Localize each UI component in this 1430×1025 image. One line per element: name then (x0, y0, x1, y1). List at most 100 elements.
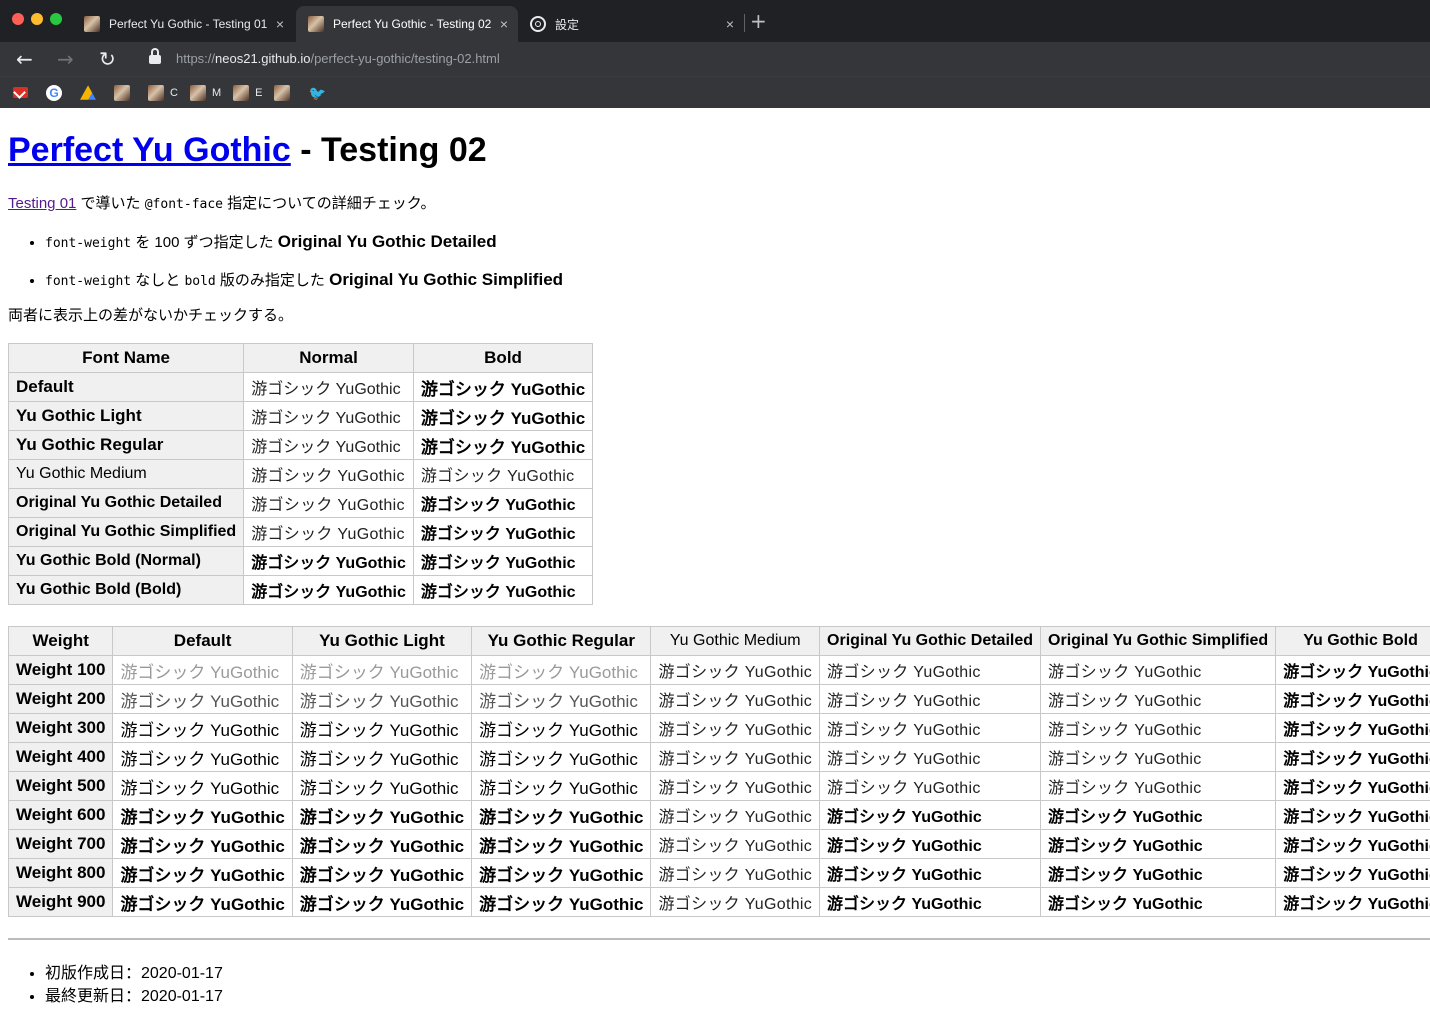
table-cell: 游ゴシック YuGothic (1275, 800, 1430, 830)
maximize-window-button[interactable] (50, 13, 62, 25)
list-strong: Original Yu Gothic Detailed (277, 232, 497, 251)
column-header: Normal (243, 343, 414, 373)
table-cell: 游ゴシック YuGothic (1040, 742, 1277, 772)
tab-divider (744, 14, 745, 32)
site-icon (148, 84, 164, 101)
table-cell: 游ゴシック YuGothic (1275, 713, 1430, 743)
tab-testing-02[interactable]: Perfect Yu Gothic - Testing 02 × (296, 6, 518, 42)
table-row: Weight 700 游ゴシック YuGothic 游ゴシック YuGothic 游ゴ… (7, 829, 1430, 859)
bookmark-gmail[interactable] (13, 87, 34, 98)
back-button[interactable]: ← (16, 47, 33, 71)
table-cell: 游ゴシック YuGothic (471, 742, 652, 772)
site-favicon-icon (308, 16, 324, 32)
table-row: Default 游ゴシック YuGothic 游ゴシック YuGothic (7, 372, 594, 402)
column-header: Yu Gothic Light (291, 626, 473, 656)
table-cell: 游ゴシック YuGothic (243, 372, 414, 402)
close-window-button[interactable] (12, 13, 24, 25)
tab-close-icon[interactable]: × (500, 16, 508, 32)
bookmark-site-2[interactable] (274, 84, 296, 101)
forward-button[interactable]: → (57, 47, 74, 71)
list-item: font-weight なしと bold 版のみ指定した Original Yu… (45, 266, 563, 304)
table-cell: 游ゴシック YuGothic (1040, 858, 1277, 888)
row-header: Original Yu Gothic Simplified (7, 517, 245, 547)
table-cell: 游ゴシック YuGothic (819, 684, 1042, 714)
home-link[interactable]: Perfect Yu Gothic (8, 131, 291, 169)
bookmark-e[interactable]: E (233, 84, 262, 101)
table-row: Yu Gothic Bold (Normal) 游ゴシック YuGothic 游ゴシ… (7, 546, 594, 576)
reload-button[interactable]: ↻ (99, 47, 116, 71)
table-cell: 游ゴシック YuGothic (1275, 829, 1430, 859)
list-item: font-weight を 100 ずつ指定した Original Yu Got… (45, 228, 563, 266)
column-header: Yu Gothic Regular (471, 626, 652, 656)
table-cell: 游ゴシック YuGothic (243, 488, 414, 518)
inline-code: bold (184, 274, 216, 289)
row-header: Weight 500 (7, 771, 114, 801)
table-cell: 游ゴシック YuGothic (291, 684, 473, 714)
table-cell: 游ゴシック YuGothic (650, 655, 821, 685)
table-cell: 游ゴシック YuGothic (1275, 858, 1430, 888)
address-bar[interactable]: https://neos21.github.io/perfect-yu-goth… (176, 51, 500, 66)
table-cell: 游ゴシック YuGothic (1040, 800, 1277, 830)
intro-text: Testing 01 で導いた @font-face 指定についての詳細チェック… (8, 194, 436, 215)
table-row: Yu Gothic Medium 游ゴシック YuGothic 游ゴシック YuGo… (7, 459, 594, 489)
tab-close-icon[interactable]: × (726, 16, 734, 32)
bookmark-google[interactable]: G (46, 84, 68, 101)
table-cell: 游ゴシック YuGothic (650, 829, 821, 859)
row-header: Yu Gothic Bold (Bold) (7, 575, 245, 605)
browser-toolbar: ← → ↻ https://neos21.github.io/perfect-y… (0, 42, 1430, 76)
table-cell: 游ゴシック YuGothic (112, 684, 293, 714)
table-row: Yu Gothic Light 游ゴシック YuGothic 游ゴシック YuGot… (7, 401, 594, 431)
bookmark-twitter[interactable]: 🐦 (308, 85, 330, 101)
table-cell: 游ゴシック YuGothic (291, 800, 473, 830)
minimize-window-button[interactable] (31, 13, 43, 25)
table-cell: 游ゴシック YuGothic (1040, 771, 1277, 801)
site-favicon-icon (84, 16, 100, 32)
table-row: Weight 100 游ゴシック YuGothic 游ゴシック YuGothic 游ゴ… (7, 655, 1430, 685)
table-cell: 游ゴシック YuGothic (243, 430, 414, 460)
tab-close-icon[interactable]: × (276, 16, 284, 32)
bookmarks-bar: G C M E 🐦 (0, 76, 1430, 108)
table-cell: 游ゴシック YuGothic (650, 742, 821, 772)
bookmark-drive[interactable] (80, 85, 102, 101)
table-cell: 游ゴシック YuGothic (471, 655, 652, 685)
tab-settings[interactable]: 設定 × (518, 6, 744, 42)
url-scheme: https:// (176, 51, 216, 66)
column-header: Weight (7, 626, 114, 656)
table-cell: 游ゴシック YuGothic (243, 459, 414, 489)
table-cell: 游ゴシック YuGothic (1040, 655, 1277, 685)
tab-testing-01[interactable]: Perfect Yu Gothic - Testing 01 × (72, 6, 294, 42)
table-header-row: Font Name Normal Bold (7, 343, 594, 373)
table-cell: 游ゴシック YuGothic (291, 887, 473, 917)
column-header: Font Name (7, 343, 245, 373)
table-cell: 游ゴシック YuGothic (471, 800, 652, 830)
table-cell: 游ゴシック YuGothic (471, 887, 652, 917)
table-cell: 游ゴシック YuGothic (1275, 771, 1430, 801)
table-cell: 游ゴシック YuGothic (650, 800, 821, 830)
table-cell: 游ゴシック YuGothic (291, 829, 473, 859)
testing-01-link[interactable]: Testing 01 (8, 195, 76, 212)
table-cell: 游ゴシック YuGothic (819, 829, 1042, 859)
tab-title: Perfect Yu Gothic - Testing 01 (109, 17, 268, 31)
url-path: /perfect-yu-gothic/testing-02.html (310, 51, 500, 66)
page-title: Perfect Yu Gothic - Testing 02 (8, 130, 487, 170)
bookmark-site[interactable] (114, 84, 136, 101)
table-cell: 游ゴシック YuGothic (112, 742, 293, 772)
row-header: Weight 400 (7, 742, 114, 772)
list-strong: Original Yu Gothic Simplified (329, 270, 564, 289)
row-header: Weight 800 (7, 858, 114, 888)
bookmark-c[interactable]: C (148, 84, 178, 101)
bookmark-m[interactable]: M (189, 84, 221, 101)
column-header: Yu Gothic Medium (650, 626, 821, 656)
table-cell: 游ゴシック YuGothic (112, 713, 293, 743)
inline-code: font-weight (45, 236, 132, 251)
site-icon (274, 84, 291, 101)
lock-icon[interactable] (149, 48, 161, 64)
tab-title: 設定 (555, 17, 580, 32)
table-row: Weight 300 游ゴシック YuGothic 游ゴシック YuGothic 游ゴ… (7, 713, 1430, 743)
row-header: Original Yu Gothic Detailed (7, 488, 245, 518)
table-row: Weight 200 游ゴシック YuGothic 游ゴシック YuGothic 游ゴ… (7, 684, 1430, 714)
table-cell: 游ゴシック YuGothic (819, 858, 1042, 888)
row-header: Weight 700 (7, 829, 114, 859)
table-cell: 游ゴシック YuGothic (412, 430, 594, 460)
new-tab-button[interactable]: + (750, 10, 767, 32)
